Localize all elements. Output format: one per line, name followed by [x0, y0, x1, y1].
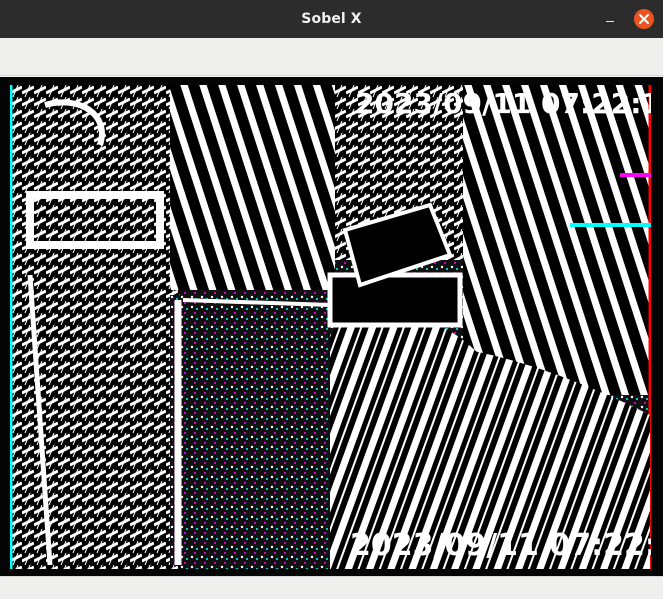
minimize-button[interactable] [602, 10, 618, 26]
close-icon [639, 14, 649, 24]
sobel-x-output-image: 2023/09/11 07:22:11 2023/09/11 07:22:11 [10, 85, 651, 569]
sobel-x-image[interactable]: 2023/09/11 07:22:11 2023/09/11 07:22:11 [10, 85, 651, 569]
sobel-watermark-top: 2023/09/11 07:22:11 [355, 87, 651, 120]
app-window: Sobel X 2023/09/11 07:22:11 2023/09/11 0… [0, 0, 663, 599]
status-bar [0, 576, 663, 599]
sobel-watermark-bottom: 2023/09/11 07:22:11 [350, 528, 651, 563]
close-button[interactable] [634, 9, 654, 29]
window-title: Sobel X [301, 11, 362, 27]
title-bar[interactable]: Sobel X [0, 0, 663, 39]
image-panel: 2023/09/11 07:22:11 2023/09/11 07:22:11 [0, 77, 663, 576]
toolbar [0, 38, 663, 76]
